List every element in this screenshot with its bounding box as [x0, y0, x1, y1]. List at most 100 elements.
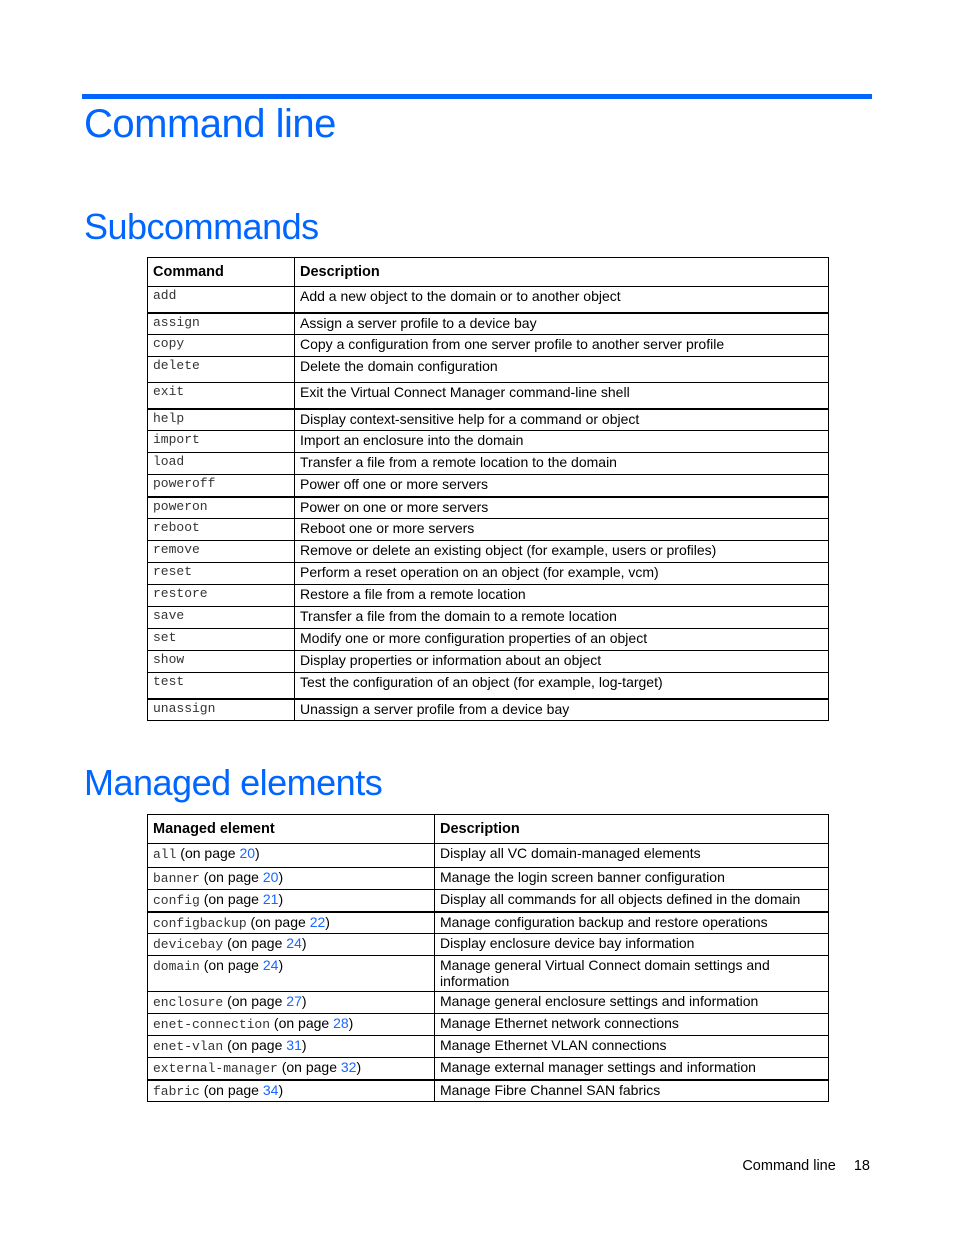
description-cell: Test the configuration of an object (for…	[294, 672, 829, 700]
command-cell: poweroff	[147, 474, 295, 498]
description-cell: Exit the Virtual Connect Manager command…	[294, 382, 829, 410]
page-link[interactable]: 31	[286, 1037, 302, 1053]
description-cell: Manage Fibre Channel SAN fabrics	[434, 1079, 829, 1102]
on-page-prefix: (on page	[203, 869, 263, 885]
page-link[interactable]: 32	[341, 1059, 357, 1075]
on-page-prefix: (on page	[180, 845, 240, 861]
command-cell: add	[147, 286, 295, 314]
header-rule	[82, 94, 872, 99]
on-page-suffix: )	[301, 993, 307, 1009]
command-cell: save	[147, 606, 295, 629]
description-cell: Manage general Virtual Connect domain se…	[434, 955, 829, 992]
page-link[interactable]: 20	[263, 869, 279, 885]
table-row: devicebay (on page 24) Display enclosure …	[147, 933, 829, 956]
on-page-suffix: )	[301, 1037, 307, 1053]
table-row: enclosure (on page 27) Manage general enc…	[147, 991, 829, 1014]
description-cell: Display context-sensitive help for a com…	[294, 408, 829, 431]
description-cell: Modify one or more configuration propert…	[294, 628, 829, 651]
command-cell: set	[147, 628, 295, 651]
table-row: fabric (on page 34) Manage Fibre Channel …	[147, 1079, 829, 1102]
on-page-suffix: )	[325, 913, 330, 930]
table-header-row: Managed element Description	[147, 814, 829, 844]
command-cell: test	[147, 672, 295, 700]
table-row: import Import an enclosure into the domai…	[147, 430, 829, 453]
page-link[interactable]: 21	[263, 891, 279, 907]
description-cell: Manage general enclosure settings and in…	[434, 991, 829, 1014]
page-link[interactable]: 28	[333, 1015, 349, 1031]
managed-element-cell: fabric (on page 34)	[147, 1079, 435, 1102]
table-row: enet-vlan (on page 31) Manage Ethernet VL…	[147, 1035, 829, 1058]
on-page-suffix: )	[356, 1059, 362, 1075]
table-row: enet-connection (on page 28) Manage Ether…	[147, 1013, 829, 1036]
page-link[interactable]: 24	[263, 957, 279, 973]
page-footer: Command line 18	[728, 1158, 870, 1174]
description-cell: Unassign a server profile from a device …	[294, 698, 829, 721]
table-row: unassign Unassign a server profile from a…	[147, 698, 829, 721]
subcommands-heading: Subcommands	[84, 206, 319, 247]
column-header-description: Description	[294, 257, 829, 287]
command-cell: help	[147, 408, 295, 431]
table-row: reset Perform a reset operation on an obj…	[147, 562, 829, 585]
element-name: config	[153, 893, 200, 908]
table-row: save Transfer a file from the domain to a…	[147, 606, 829, 629]
element-name: enet-connection	[153, 1017, 271, 1032]
description-cell: Power on one or more servers	[294, 496, 829, 519]
on-page-suffix: )	[348, 1015, 354, 1031]
page-link[interactable]: 20	[239, 845, 255, 861]
managed-element-cell: all (on page 20)	[147, 843, 435, 868]
managed-element-cell: configbackup (on page 22)	[147, 911, 435, 934]
description-cell: Manage external manager settings and inf…	[434, 1057, 829, 1081]
description-cell: Reboot one or more servers	[294, 518, 829, 541]
page-link[interactable]: 22	[310, 914, 326, 930]
on-page-suffix: )	[278, 869, 284, 885]
table-row: assign Assign a server profile to a devic…	[147, 312, 829, 335]
element-name: devicebay	[153, 937, 224, 952]
command-cell: reboot	[147, 518, 295, 541]
table-row: all (on page 20) Display all VC domain-ma…	[147, 843, 829, 868]
managed-element-cell: domain (on page 24)	[147, 955, 435, 992]
element-name: configbackup	[153, 915, 247, 931]
footer-page-number: 18	[853, 1158, 870, 1174]
table-row: domain (on page 24) Manage general Virtua…	[147, 955, 829, 992]
column-header-command: Command	[147, 257, 295, 287]
description-cell: Delete the domain configuration	[294, 356, 829, 383]
page-title: Command line	[84, 102, 336, 146]
managed-elements-heading: Managed elements	[84, 762, 383, 803]
element-name: enet-vlan	[153, 1039, 224, 1054]
description-cell: Add a new object to the domain or to ano…	[294, 286, 829, 314]
command-cell: load	[147, 452, 295, 475]
page-link[interactable]: 24	[286, 935, 302, 951]
command-cell: poweron	[147, 496, 295, 519]
managed-element-cell: enet-connection (on page 28)	[147, 1013, 435, 1036]
command-cell: reset	[147, 562, 295, 585]
table-row: help Display context-sensitive help for a…	[147, 408, 829, 431]
table-row: load Transfer a file from a remote locati…	[147, 452, 829, 475]
description-cell: Transfer a file from a remote location t…	[294, 452, 829, 475]
description-cell: Assign a server profile to a device bay	[294, 312, 829, 335]
on-page-prefix: (on page	[227, 935, 287, 951]
managed-element-cell: enclosure (on page 27)	[147, 991, 435, 1014]
on-page-prefix: (on page	[227, 1037, 287, 1053]
on-page-suffix: )	[278, 1081, 284, 1098]
page-link[interactable]: 27	[286, 993, 302, 1009]
table-row: config (on page 21) Display all commands …	[147, 889, 829, 913]
table-row: exit Exit the Virtual Connect Manager com…	[147, 382, 829, 410]
on-page-prefix: (on page	[203, 891, 263, 907]
command-cell: import	[147, 430, 295, 453]
on-page-prefix: (on page	[203, 1081, 263, 1098]
on-page-prefix: (on page	[203, 957, 263, 973]
element-name: all	[153, 847, 177, 862]
on-page-suffix: )	[255, 845, 260, 861]
command-cell: copy	[147, 334, 295, 357]
command-cell: exit	[147, 382, 295, 410]
description-cell: Manage the login screen banner configura…	[434, 867, 829, 890]
table-row: poweroff Power off one or more servers	[147, 474, 829, 498]
command-cell: show	[147, 650, 295, 673]
page-link[interactable]: 34	[263, 1082, 279, 1098]
managed-element-cell: devicebay (on page 24)	[147, 933, 435, 956]
element-name: enclosure	[153, 995, 224, 1010]
table-row: remove Remove or delete an existing objec…	[147, 540, 829, 563]
on-page-prefix: (on page	[227, 993, 287, 1009]
footer-section-title: Command line	[742, 1158, 836, 1174]
table-row: delete Delete the domain configuration	[147, 356, 829, 383]
